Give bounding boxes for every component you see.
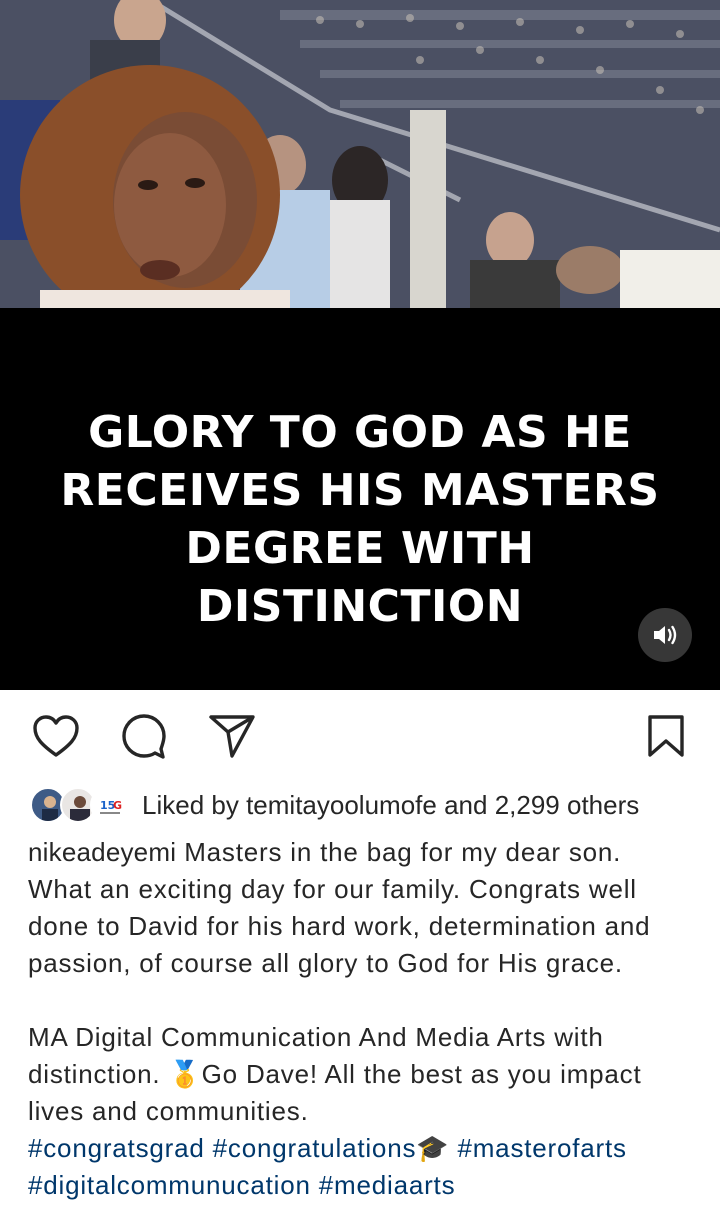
author-username[interactable]: nikeadeyemi <box>28 837 176 867</box>
bookmark-icon <box>648 715 684 757</box>
heart-icon <box>33 715 79 757</box>
like-button[interactable] <box>32 712 80 760</box>
hashtag-link[interactable]: #digitalcommunucation <box>28 1170 311 1200</box>
comment-button[interactable] <box>120 712 168 760</box>
hashtag-link[interactable]: #congratsgrad <box>28 1133 205 1163</box>
video-text-overlay: GLORY TO GOD AS HE RECEIVES HIS MASTERS … <box>0 404 720 636</box>
share-button[interactable] <box>208 712 256 760</box>
speaker-on-icon <box>654 625 677 645</box>
likes-text: Liked by temitayoolumofe and 2,299 other… <box>142 790 639 821</box>
caption-paragraph: MA Digital Communication And Media Arts … <box>28 1022 642 1126</box>
overlay-line: RECEIVES HIS MASTERS <box>60 465 660 516</box>
likes-prefix: Liked by <box>142 789 239 820</box>
overlay-line: GLORY TO GOD AS HE <box>88 407 632 458</box>
save-button[interactable] <box>642 712 690 760</box>
hashtag-link[interactable]: #congratulations🎓 <box>213 1133 450 1163</box>
likes-connector: and <box>444 789 488 820</box>
liker-avatars: 15 G <box>30 785 128 825</box>
send-icon <box>209 715 255 758</box>
stadium-crowd-photo <box>0 0 720 308</box>
overlay-line: DISTINCTION <box>196 581 524 632</box>
hashtag-link[interactable]: #masterofarts <box>457 1133 626 1163</box>
avatar: 15 G <box>90 787 126 823</box>
overlay-line: DEGREE WITH <box>185 523 535 574</box>
post-caption: nikeadeyemi Masters in the bag for my de… <box>28 834 693 1204</box>
hashtag-link[interactable]: #mediaarts <box>319 1170 456 1200</box>
comment-icon <box>122 714 166 759</box>
likes-count[interactable]: 2,299 others <box>495 790 640 820</box>
liker-username[interactable]: temitayoolumofe <box>246 790 437 820</box>
post-action-bar <box>0 690 720 780</box>
svg-text:G: G <box>113 799 122 812</box>
likes-summary[interactable]: 15 G Liked by temitayoolumofe and 2,299 … <box>30 784 700 826</box>
caption-paragraph: nikeadeyemi Masters in the bag for my de… <box>28 834 693 982</box>
sound-toggle-button[interactable] <box>638 608 692 662</box>
post-media[interactable]: GLORY TO GOD AS HE RECEIVES HIS MASTERS … <box>0 0 720 690</box>
hashtag-list: #congratsgrad #congratulations🎓 #mastero… <box>28 1130 693 1204</box>
